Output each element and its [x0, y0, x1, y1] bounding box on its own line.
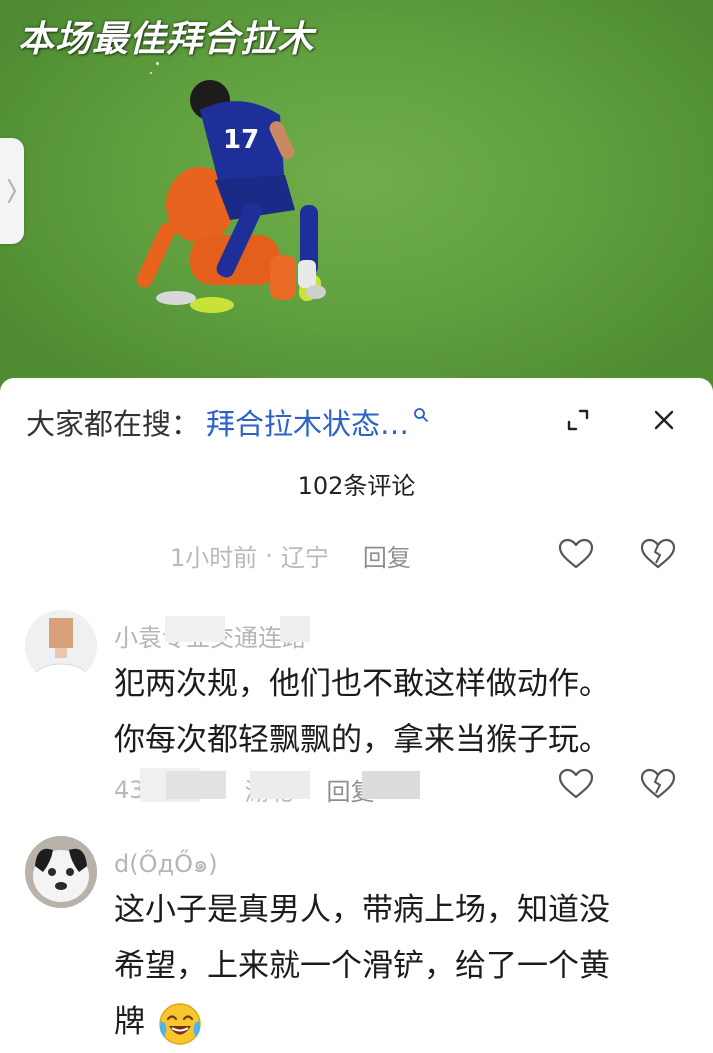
- cat-avatar-image: [25, 836, 97, 908]
- chevron-right-icon: [8, 179, 17, 203]
- privacy-blur: [250, 771, 310, 799]
- privacy-blur: [165, 616, 225, 642]
- reply-button[interactable]: 回复: [363, 538, 411, 573]
- privacy-blur: [362, 771, 420, 799]
- sparkle-decoration: [156, 62, 159, 65]
- heart-icon: [558, 538, 594, 569]
- video-player[interactable]: 本场最佳拜合拉木 17: [0, 0, 713, 392]
- dislike-button[interactable]: [640, 537, 676, 571]
- close-icon: [654, 410, 674, 430]
- comment-body: 犯两次规，他们也不敢这样做动作。 你每次都轻飘飘的，拿来当猴子玩。: [114, 656, 684, 768]
- sparkle-decoration: [300, 30, 302, 32]
- broken-heart-icon: [640, 768, 676, 799]
- expand-button[interactable]: [562, 404, 594, 436]
- hot-search-prefix: 大家都在搜：: [26, 407, 201, 441]
- svg-text:17: 17: [223, 125, 259, 155]
- side-panel-handle[interactable]: [0, 138, 24, 244]
- comment-text-line: 希望，上来就一个滑铲，给了一个黄: [114, 948, 610, 984]
- comment-text-line: 牌: [114, 1004, 145, 1040]
- comment-location: 辽宁: [280, 544, 329, 572]
- dislike-button[interactable]: [640, 767, 676, 801]
- comment-count: 102条评论: [297, 472, 416, 500]
- like-button[interactable]: [558, 767, 594, 801]
- expand-icon: [567, 409, 589, 431]
- close-button[interactable]: [648, 404, 680, 436]
- comment-body: 这小子是真男人，带病上场，知道没 希望，上来就一个滑铲，给了一个黄 牌: [114, 882, 684, 1050]
- comment-username[interactable]: d(ŐдŐ๑): [114, 844, 218, 883]
- comment-text-line: 这小子是真男人，带病上场，知道没: [114, 892, 610, 928]
- meta-separator: ·: [265, 541, 273, 570]
- hot-search-bar[interactable]: 大家都在搜： 拜合拉木状态…: [26, 400, 429, 444]
- crying-laughing-emoji-icon: [159, 1002, 201, 1045]
- broken-heart-icon: [640, 538, 676, 569]
- comment-meta: 1小时前 · 辽宁 回复: [170, 538, 411, 573]
- avatar[interactable]: [25, 836, 97, 908]
- comment-text-line: 犯两次规，他们也不敢这样做动作。: [114, 666, 610, 702]
- like-button[interactable]: [558, 537, 594, 571]
- avatar[interactable]: [25, 610, 97, 682]
- avatar-image: [25, 610, 97, 682]
- video-title-overlay: 本场最佳拜合拉木: [18, 18, 315, 60]
- comment-text-line-last: 牌: [114, 994, 684, 1050]
- privacy-blur: [280, 616, 310, 642]
- privacy-blur: [166, 771, 226, 799]
- comment-text-line: 你每次都轻飘飘的，拿来当猴子玩。: [114, 722, 610, 758]
- search-icon: [414, 408, 428, 422]
- comment-time: 1小时前: [170, 544, 258, 572]
- hot-search-suggestion[interactable]: 拜合拉木状态…: [206, 401, 409, 443]
- heart-icon: [558, 768, 594, 799]
- comment-sheet: 大家都在搜： 拜合拉木状态… 102条评论 1小时前 · 辽宁 回复 犯两次规，…: [0, 378, 713, 1053]
- players-image: 17: [136, 80, 326, 313]
